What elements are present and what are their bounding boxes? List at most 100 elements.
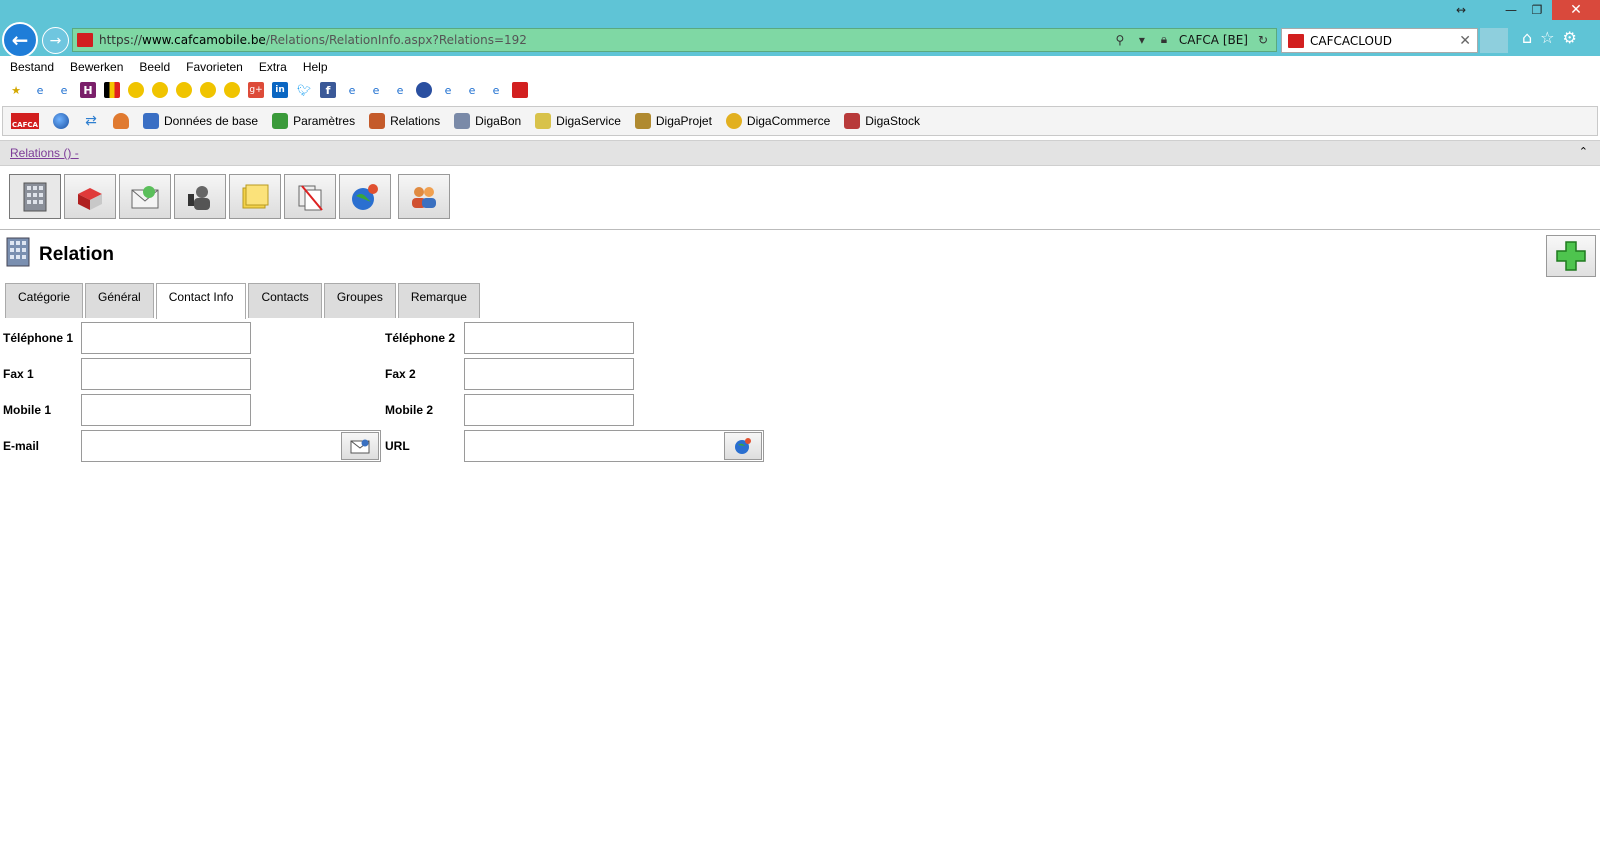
toolbar-donnees-de-base[interactable]: Données de base bbox=[143, 113, 258, 129]
app-toolbar: CAFCA ⇄ Données de base Paramètres Relat… bbox=[2, 106, 1598, 136]
star-icon[interactable]: ☆ bbox=[1540, 28, 1554, 47]
site-identity[interactable]: CAFCA [BE] bbox=[1179, 33, 1248, 47]
cafca-logo[interactable]: CAFCA bbox=[11, 113, 39, 129]
forward-button[interactable]: → bbox=[42, 27, 69, 54]
globe-icon[interactable] bbox=[53, 113, 69, 129]
ie-link-icon[interactable]: e bbox=[488, 82, 504, 98]
mobile1-field[interactable] bbox=[81, 394, 251, 426]
close-tab-icon[interactable]: ✕ bbox=[1459, 33, 1471, 49]
fax1-field[interactable] bbox=[81, 358, 251, 390]
favorites-bar: ★ e e H g+ in 🐦︎ f e e e e e e bbox=[0, 78, 1600, 102]
flag-link-icon[interactable] bbox=[104, 82, 120, 98]
telephone1-label: Téléphone 1 bbox=[3, 331, 74, 345]
add-favorite-icon[interactable]: ★ bbox=[8, 82, 24, 98]
maximize-button[interactable]: ❐ bbox=[1524, 0, 1550, 20]
url-field[interactable] bbox=[464, 430, 764, 462]
ie-link-icon[interactable]: e bbox=[56, 82, 72, 98]
cafca-favicon-icon bbox=[77, 33, 93, 47]
yellow-link-icon[interactable] bbox=[200, 82, 216, 98]
menu-help[interactable]: Help bbox=[303, 60, 328, 74]
yellow-link-icon[interactable] bbox=[176, 82, 192, 98]
package-button[interactable] bbox=[64, 174, 116, 219]
ie-link-icon[interactable]: e bbox=[368, 82, 384, 98]
toolbar-digacommerce[interactable]: DigaCommerce bbox=[725, 113, 830, 129]
mail-button[interactable] bbox=[119, 174, 171, 219]
browser-tab[interactable]: CAFCACLOUD ✕ bbox=[1281, 28, 1478, 53]
ie-link-icon[interactable]: e bbox=[32, 82, 48, 98]
package-icon bbox=[78, 187, 102, 210]
ie-link-icon[interactable]: e bbox=[464, 82, 480, 98]
menu-beeld[interactable]: Beeld bbox=[139, 60, 170, 74]
home-icon[interactable]: ⌂ bbox=[1522, 28, 1532, 47]
chevron-down-icon[interactable]: ▾ bbox=[1135, 33, 1149, 47]
search-icon[interactable]: ⚲ bbox=[1113, 33, 1127, 47]
back-button[interactable]: ← bbox=[2, 22, 38, 58]
refresh-icon[interactable]: ↻ bbox=[1256, 33, 1270, 47]
building-button[interactable] bbox=[9, 174, 61, 219]
menu-favorieten[interactable]: Favorieten bbox=[186, 60, 243, 74]
add-button[interactable] bbox=[1546, 235, 1596, 277]
collapse-icon[interactable]: ⌃ bbox=[1579, 145, 1588, 158]
toolbar-label: Relations bbox=[390, 114, 441, 128]
new-tab-button[interactable] bbox=[1480, 28, 1508, 53]
url-host: www.cafcamobile.be bbox=[142, 33, 266, 47]
contacts-group-button[interactable] bbox=[398, 174, 450, 219]
toolbar-digaservice[interactable]: DigaService bbox=[535, 113, 621, 129]
toolbar-digastock[interactable]: DigaStock bbox=[844, 113, 920, 129]
yellow-link-icon[interactable] bbox=[224, 82, 240, 98]
yellow-link-icon[interactable] bbox=[152, 82, 168, 98]
folder-button[interactable] bbox=[229, 174, 281, 219]
menu-extra[interactable]: Extra bbox=[259, 60, 287, 74]
tab-categorie[interactable]: Catégorie bbox=[5, 283, 84, 318]
ie-link-icon[interactable]: e bbox=[344, 82, 360, 98]
linkedin-icon[interactable]: in bbox=[272, 82, 288, 98]
cafca-link-icon[interactable] bbox=[512, 82, 528, 98]
relations-link[interactable]: Relations () - bbox=[10, 146, 79, 160]
contact-person-button[interactable] bbox=[174, 174, 226, 219]
documents-button[interactable] bbox=[284, 174, 336, 219]
sync-icon[interactable]: ⇄ bbox=[83, 113, 99, 129]
toolbar-parametres[interactable]: Paramètres bbox=[272, 113, 355, 129]
tab-groupes[interactable]: Groupes bbox=[323, 283, 396, 318]
user-icon[interactable] bbox=[113, 113, 129, 129]
people-icon bbox=[412, 186, 436, 208]
tab-remarque[interactable]: Remarque bbox=[397, 283, 480, 318]
address-bar[interactable]: https://www.cafcamobile.be/Relations/Rel… bbox=[72, 28, 1277, 52]
menu-bewerken[interactable]: Bewerken bbox=[70, 60, 123, 74]
fax2-label: Fax 2 bbox=[385, 367, 416, 381]
facebook-icon[interactable]: f bbox=[320, 82, 336, 98]
tab-contact-info[interactable]: Contact Info bbox=[155, 283, 247, 319]
toolbar-label: DigaProjet bbox=[655, 114, 712, 128]
twitter-icon[interactable]: 🐦︎ bbox=[296, 82, 312, 98]
toolbar-relations[interactable]: Relations bbox=[369, 113, 440, 129]
close-window-button[interactable]: ✕ bbox=[1552, 0, 1600, 20]
resize-icon[interactable]: ↔ bbox=[1448, 0, 1474, 20]
open-url-button[interactable] bbox=[724, 432, 762, 460]
telephone1-field[interactable] bbox=[81, 322, 251, 354]
yellow-link-icon[interactable] bbox=[128, 82, 144, 98]
arrow-right-icon: → bbox=[49, 32, 62, 49]
fax1-label: Fax 1 bbox=[3, 367, 34, 381]
globe-icon[interactable] bbox=[416, 82, 432, 98]
email-field[interactable] bbox=[81, 430, 381, 462]
google-plus-icon[interactable]: g+ bbox=[248, 82, 264, 98]
send-email-button[interactable] bbox=[341, 432, 379, 460]
mobile1-label: Mobile 1 bbox=[3, 403, 52, 417]
people-icon bbox=[369, 113, 386, 129]
menu-bestand[interactable]: Bestand bbox=[10, 60, 54, 74]
web-button[interactable] bbox=[339, 174, 391, 219]
toolbar-digabon[interactable]: DigaBon bbox=[454, 113, 521, 129]
toolbar-digaprojet[interactable]: DigaProjet bbox=[634, 113, 712, 129]
ie-link-icon[interactable]: e bbox=[440, 82, 456, 98]
fax2-field[interactable] bbox=[464, 358, 634, 390]
url-text[interactable]: https://www.cafcamobile.be/Relations/Rel… bbox=[99, 33, 527, 47]
tab-general[interactable]: Général bbox=[85, 283, 154, 318]
h-link-icon[interactable]: H bbox=[80, 82, 96, 98]
ie-link-icon[interactable]: e bbox=[392, 82, 408, 98]
tab-contacts[interactable]: Contacts bbox=[248, 283, 322, 318]
lock-icon[interactable]: 🔒︎ bbox=[1157, 32, 1171, 47]
telephone2-field[interactable] bbox=[464, 322, 634, 354]
gear-icon[interactable]: ⚙ bbox=[1563, 28, 1577, 47]
mobile2-field[interactable] bbox=[464, 394, 634, 426]
minimize-button[interactable]: — bbox=[1498, 0, 1524, 20]
